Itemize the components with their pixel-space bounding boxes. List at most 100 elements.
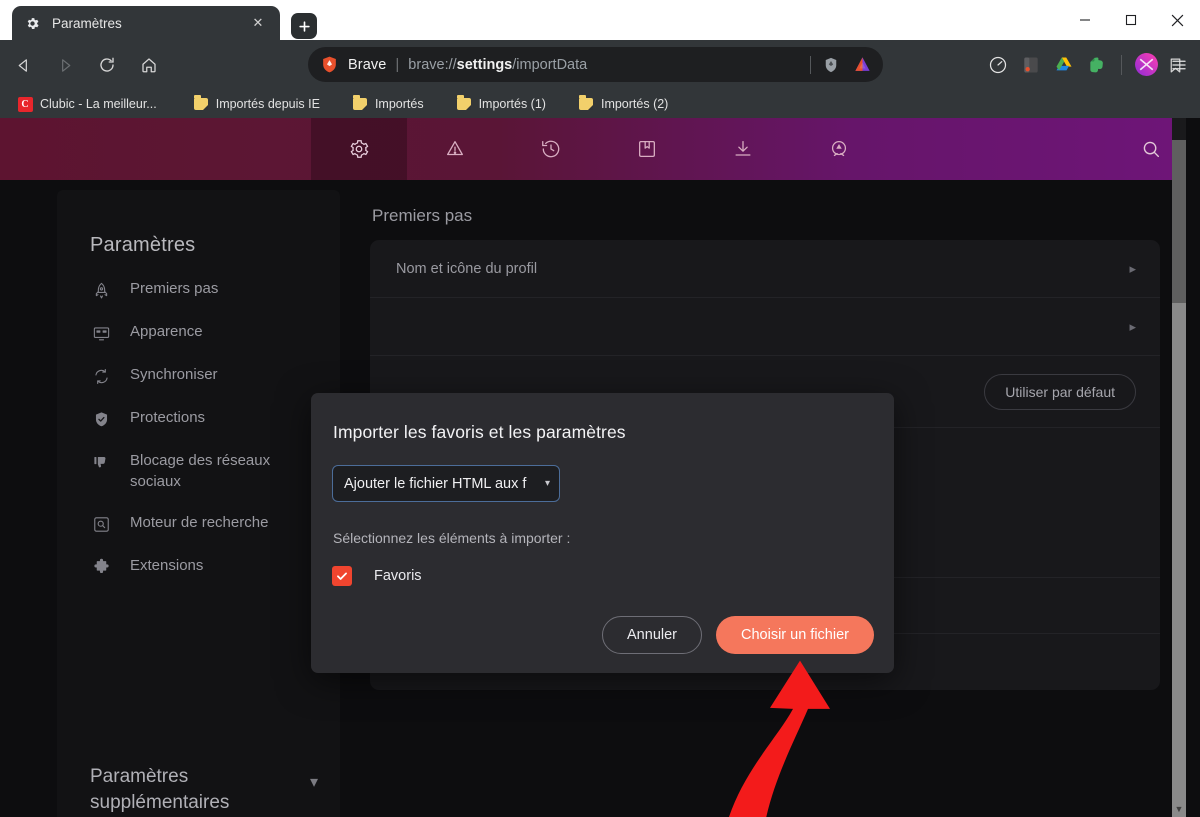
topbar-tab-downloads[interactable] <box>695 118 791 180</box>
address-bar[interactable]: Brave | brave://settings/importData <box>308 47 883 82</box>
sidebar-item-label: Moteur de recherche <box>130 514 269 531</box>
sidebar-item-extensions[interactable]: Extensions <box>57 545 340 588</box>
scroll-down-arrow-icon[interactable]: ▼ <box>1172 801 1186 817</box>
choose-file-button[interactable]: Choisir un fichier <box>716 616 874 654</box>
omnibox-url: brave://settings/importData <box>408 57 801 73</box>
omnibox-brand: Brave <box>348 56 387 73</box>
speedometer-icon[interactable] <box>983 50 1013 80</box>
settings-topbar-tabs <box>311 118 887 180</box>
google-drive-icon[interactable] <box>1049 50 1079 80</box>
settings-sidebar: Paramètres Premiers pas Apparence Synchr… <box>57 190 340 817</box>
import-item-favoris[interactable]: Favoris <box>332 566 422 586</box>
puzzle-icon <box>90 556 112 578</box>
chevron-down-icon: ▾ <box>309 774 318 791</box>
url-prefix: brave:// <box>408 56 457 73</box>
new-tab-button[interactable] <box>291 13 317 39</box>
close-icon[interactable]: ✕ <box>248 13 268 33</box>
folder-icon <box>193 95 209 112</box>
bookmarks-bar: C Clubic - La meilleur... Importés depui… <box>0 90 1200 118</box>
topbar-tab-rewards[interactable] <box>791 118 887 180</box>
evernote-icon[interactable] <box>1082 50 1112 80</box>
sidebar-item-premiers-pas[interactable]: Premiers pas <box>57 268 340 311</box>
window-controls <box>1062 0 1200 40</box>
sidebar-item-blocage-reseaux-sociaux[interactable]: Blocage des réseaux sociaux <box>57 440 340 502</box>
close-button[interactable] <box>1154 0 1200 40</box>
omnibox-divider: | <box>395 56 400 73</box>
back-icon[interactable] <box>4 46 42 84</box>
minimize-button[interactable] <box>1062 0 1108 40</box>
chevron-right-icon: ▸ <box>1129 318 1136 334</box>
bookmark-item[interactable]: C Clubic - La meilleur... <box>10 93 164 115</box>
bookmark-item[interactable]: Importés depuis IE <box>186 93 327 115</box>
shield-check-icon <box>90 408 112 430</box>
checkbox-label: Favoris <box>374 568 422 584</box>
brave-lion-icon <box>320 55 339 74</box>
settings-row-profile[interactable]: Nom et icône du profil ▸ <box>370 240 1160 298</box>
rocket-icon <box>90 279 112 301</box>
profile-avatar[interactable] <box>1131 50 1161 80</box>
bookmark-label: Importés depuis IE <box>215 97 320 111</box>
bookmark-item[interactable]: Importés <box>345 93 431 115</box>
sidebar-item-label: Blocage des réseaux sociaux <box>130 452 271 490</box>
page-viewport: Paramètres Premiers pas Apparence Synchr… <box>0 118 1200 817</box>
folder-icon <box>352 95 368 112</box>
settings-shell: Paramètres Premiers pas Apparence Synchr… <box>0 118 1186 817</box>
row-label: Nom et icône du profil <box>396 260 538 277</box>
brave-rewards-triangle-icon[interactable] <box>851 54 873 76</box>
browser-tab-parametres[interactable]: Paramètres ✕ <box>12 6 280 40</box>
sidebar-extra-section: Paramètres supplémentaires ▾ À propos de… <box>90 764 318 817</box>
maximize-button[interactable] <box>1108 0 1154 40</box>
url-bold: settings <box>456 56 513 73</box>
folder-icon <box>456 95 472 112</box>
bookmark-item[interactable]: Importés (2) <box>571 93 675 115</box>
additional-settings-label: Paramètres supplémentaires <box>90 766 230 813</box>
set-default-browser-button[interactable]: Utiliser par défaut <box>984 373 1136 410</box>
browser-menu-icon[interactable] <box>1164 50 1194 80</box>
reload-icon[interactable] <box>88 46 126 84</box>
import-source-select[interactable]: Ajouter le fichier HTML aux f ▾ <box>332 465 560 502</box>
brave-shields-icon[interactable] <box>820 54 842 76</box>
sidebar-item-label: Protections <box>130 409 206 426</box>
topbar-tab-settings[interactable] <box>311 118 407 180</box>
bookmark-label: Clubic - La meilleur... <box>40 97 157 111</box>
sidebar-item-moteur-de-recherche[interactable]: Moteur de recherche <box>57 502 340 545</box>
sidebar-list: Premiers pas Apparence Synchroniser Prot… <box>57 268 340 588</box>
extension-tray <box>983 47 1194 82</box>
sidebar-item-label: Premiers pas <box>130 280 219 297</box>
sidebar-item-apparence[interactable]: Apparence <box>57 311 340 354</box>
cancel-button[interactable]: Annuler <box>602 616 702 654</box>
topbar-tab-shields[interactable] <box>407 118 503 180</box>
folder-icon <box>578 95 594 112</box>
scrollbar-thumb[interactable] <box>1172 140 1186 303</box>
home-icon[interactable] <box>130 46 168 84</box>
sidebar-item-synchroniser[interactable]: Synchroniser <box>57 354 340 397</box>
thumbs-down-icon <box>90 451 112 473</box>
sidebar-item-label: Apparence <box>130 323 203 340</box>
sidebar-item-label: Extensions <box>130 557 204 574</box>
settings-search-button[interactable] <box>1140 118 1162 180</box>
topbar-tab-bookmarks[interactable] <box>599 118 695 180</box>
search-box-icon <box>90 513 112 535</box>
checkbox-checked-icon[interactable] <box>332 566 352 586</box>
topbar-tab-history[interactable] <box>503 118 599 180</box>
forward-icon <box>46 46 84 84</box>
sidebar-item-label: Synchroniser <box>130 366 218 383</box>
additional-settings-toggle[interactable]: Paramètres supplémentaires ▾ <box>90 764 318 816</box>
chevron-down-icon: ▾ <box>544 478 550 489</box>
sidebar-item-protections[interactable]: Protections <box>57 397 340 440</box>
bookmark-label: Importés <box>374 97 424 111</box>
dialog-actions: Annuler Choisir un fichier <box>602 616 874 654</box>
bookmark-label: Importés (1) <box>478 97 546 111</box>
vertical-scrollbar[interactable]: ▼ <box>1172 118 1186 817</box>
import-bookmarks-dialog: Importer les favoris et les paramètres A… <box>311 393 894 673</box>
app-icon[interactable] <box>1016 50 1046 80</box>
title-bar: Paramètres ✕ <box>0 0 1200 40</box>
url-suffix: /importData <box>512 56 588 73</box>
sync-icon <box>90 365 112 387</box>
omnibox-separator <box>810 55 811 74</box>
gear-icon <box>24 15 41 32</box>
appearance-icon <box>90 322 112 344</box>
bookmark-item[interactable]: Importés (1) <box>449 93 553 115</box>
tab-title: Paramètres <box>52 15 122 31</box>
settings-row-secondary[interactable]: ▸ <box>370 298 1160 356</box>
